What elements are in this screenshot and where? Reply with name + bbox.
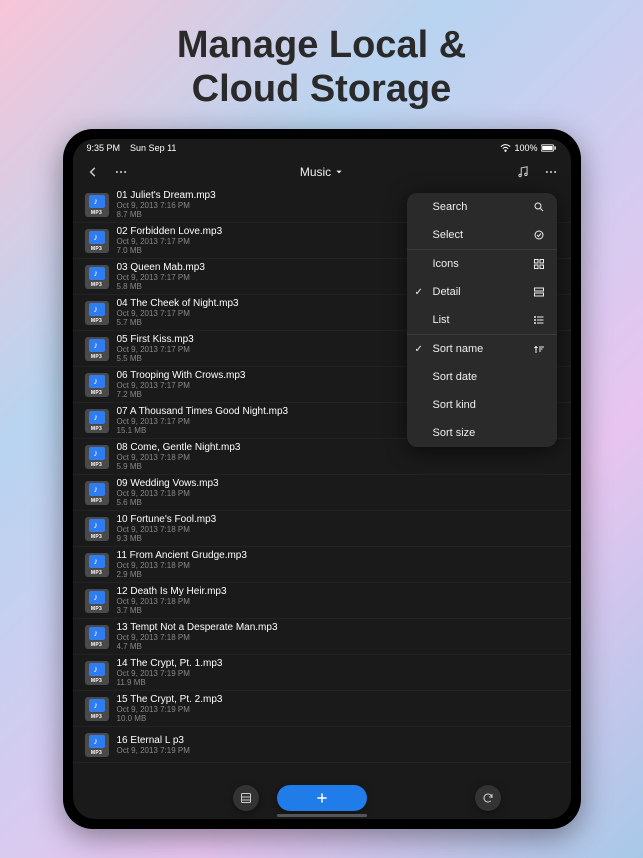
mp3-file-icon: ♪MP3 — [85, 625, 109, 649]
file-size: 11.9 MB — [117, 678, 559, 688]
mp3-file-icon: ♪MP3 — [85, 265, 109, 289]
file-row[interactable]: ♪MP3 09 Wedding Vows.mp3Oct 9, 2013 7:18 … — [73, 475, 571, 511]
file-row[interactable]: ♪MP3 10 Fortune's Fool.mp3Oct 9, 2013 7:1… — [73, 511, 571, 547]
battery-icon — [541, 144, 557, 152]
view-options-dropdown: Search Select Icons ✓ Detail List ✓ — [407, 193, 557, 447]
file-row[interactable]: ♪MP3 13 Tempt Not a Desperate Man.mp3Oct … — [73, 619, 571, 655]
file-size: 3.7 MB — [117, 606, 559, 616]
menu-sort-kind[interactable]: Sort kind — [407, 391, 557, 419]
file-date: Oct 9, 2013 7:18 PM — [117, 489, 559, 499]
file-row[interactable]: ♪MP3 12 Death Is My Heir.mp3Oct 9, 2013 7… — [73, 583, 571, 619]
mp3-file-icon: ♪MP3 — [85, 481, 109, 505]
file-date: Oct 9, 2013 7:19 PM — [117, 746, 559, 756]
file-name: 15 The Crypt, Pt. 2.mp3 — [117, 694, 559, 705]
file-size: 4.7 MB — [117, 642, 559, 652]
search-icon — [533, 201, 545, 213]
grid-icon — [533, 258, 545, 270]
back-icon[interactable] — [85, 164, 101, 180]
menu-sort-date[interactable]: Sort date — [407, 363, 557, 391]
mp3-file-icon: ♪MP3 — [85, 697, 109, 721]
more-icon[interactable] — [113, 164, 129, 180]
file-name: 14 The Crypt, Pt. 1.mp3 — [117, 658, 559, 669]
file-date: Oct 9, 2013 7:18 PM — [117, 453, 559, 463]
list-icon — [533, 314, 545, 326]
marketing-headline: Manage Local & Cloud Storage — [177, 24, 466, 111]
file-row[interactable]: ♪MP3 14 The Crypt, Pt. 1.mp3Oct 9, 2013 7… — [73, 655, 571, 691]
mp3-file-icon: ♪MP3 — [85, 409, 109, 433]
mp3-file-icon: ♪MP3 — [85, 661, 109, 685]
file-date: Oct 9, 2013 7:18 PM — [117, 525, 559, 535]
nav-bar: Music — [73, 157, 571, 187]
battery-percent: 100% — [514, 143, 537, 153]
home-indicator — [277, 814, 367, 817]
status-bar: 9:35 PM Sun Sep 11 100% — [73, 139, 571, 157]
folder-title-dropdown[interactable]: Music — [300, 165, 343, 179]
file-name: 12 Death Is My Heir.mp3 — [117, 586, 559, 597]
menu-view-detail[interactable]: ✓ Detail — [407, 278, 557, 306]
file-size: 10.0 MB — [117, 714, 559, 724]
file-row[interactable]: ♪MP3 11 From Ancient Grudge.mp3Oct 9, 201… — [73, 547, 571, 583]
file-size: 2.9 MB — [117, 570, 559, 580]
mp3-file-icon: ♪MP3 — [85, 733, 109, 757]
file-date: Oct 9, 2013 7:19 PM — [117, 669, 559, 679]
file-size: 9.3 MB — [117, 534, 559, 544]
checkmark-icon: ✓ — [415, 287, 423, 298]
menu-select[interactable]: Select — [407, 221, 557, 250]
bottom-toolbar — [73, 785, 571, 811]
mp3-file-icon: ♪MP3 — [85, 337, 109, 361]
screen: 9:35 PM Sun Sep 11 100% — [73, 139, 571, 819]
menu-sort-name[interactable]: ✓ Sort name — [407, 335, 557, 363]
menu-view-list[interactable]: List — [407, 306, 557, 335]
checkmark-icon: ✓ — [415, 344, 423, 355]
mp3-file-icon: ♪MP3 — [85, 193, 109, 217]
mp3-file-icon: ♪MP3 — [85, 553, 109, 577]
status-time: 9:35 PM — [87, 143, 121, 153]
file-name: 16 Eternal L p3 — [117, 735, 559, 746]
music-note-icon[interactable] — [515, 164, 531, 180]
overflow-icon[interactable] — [543, 164, 559, 180]
tablet-frame: 9:35 PM Sun Sep 11 100% — [63, 129, 581, 829]
file-name: 13 Tempt Not a Desperate Man.mp3 — [117, 622, 559, 633]
mp3-file-icon: ♪MP3 — [85, 589, 109, 613]
mp3-file-icon: ♪MP3 — [85, 301, 109, 325]
select-icon — [533, 229, 545, 241]
mp3-file-icon: ♪MP3 — [85, 445, 109, 469]
file-date: Oct 9, 2013 7:18 PM — [117, 561, 559, 571]
file-row[interactable]: ♪MP3 15 The Crypt, Pt. 2.mp3Oct 9, 2013 7… — [73, 691, 571, 727]
mp3-file-icon: ♪MP3 — [85, 229, 109, 253]
chevron-down-icon — [335, 168, 343, 176]
menu-search[interactable]: Search — [407, 193, 557, 221]
wifi-icon — [500, 144, 511, 152]
detail-view-icon — [533, 286, 545, 298]
file-name: 10 Fortune's Fool.mp3 — [117, 514, 559, 525]
file-row[interactable]: ♪MP3 16 Eternal L p3Oct 9, 2013 7:19 PM — [73, 727, 571, 763]
file-date: Oct 9, 2013 7:19 PM — [117, 705, 559, 715]
mp3-file-icon: ♪MP3 — [85, 517, 109, 541]
menu-view-icons[interactable]: Icons — [407, 250, 557, 278]
menu-sort-size[interactable]: Sort size — [407, 419, 557, 447]
file-date: Oct 9, 2013 7:18 PM — [117, 597, 559, 607]
view-mode-button[interactable] — [233, 785, 259, 811]
file-date: Oct 9, 2013 7:18 PM — [117, 633, 559, 643]
file-size: 5.9 MB — [117, 462, 559, 472]
file-size: 5.6 MB — [117, 498, 559, 508]
add-button[interactable] — [277, 785, 367, 811]
mp3-file-icon: ♪MP3 — [85, 373, 109, 397]
sync-button[interactable] — [475, 785, 501, 811]
file-name: 11 From Ancient Grudge.mp3 — [117, 550, 559, 561]
sort-asc-icon — [533, 343, 545, 355]
status-date: Sun Sep 11 — [130, 143, 176, 153]
file-name: 09 Wedding Vows.mp3 — [117, 478, 559, 489]
